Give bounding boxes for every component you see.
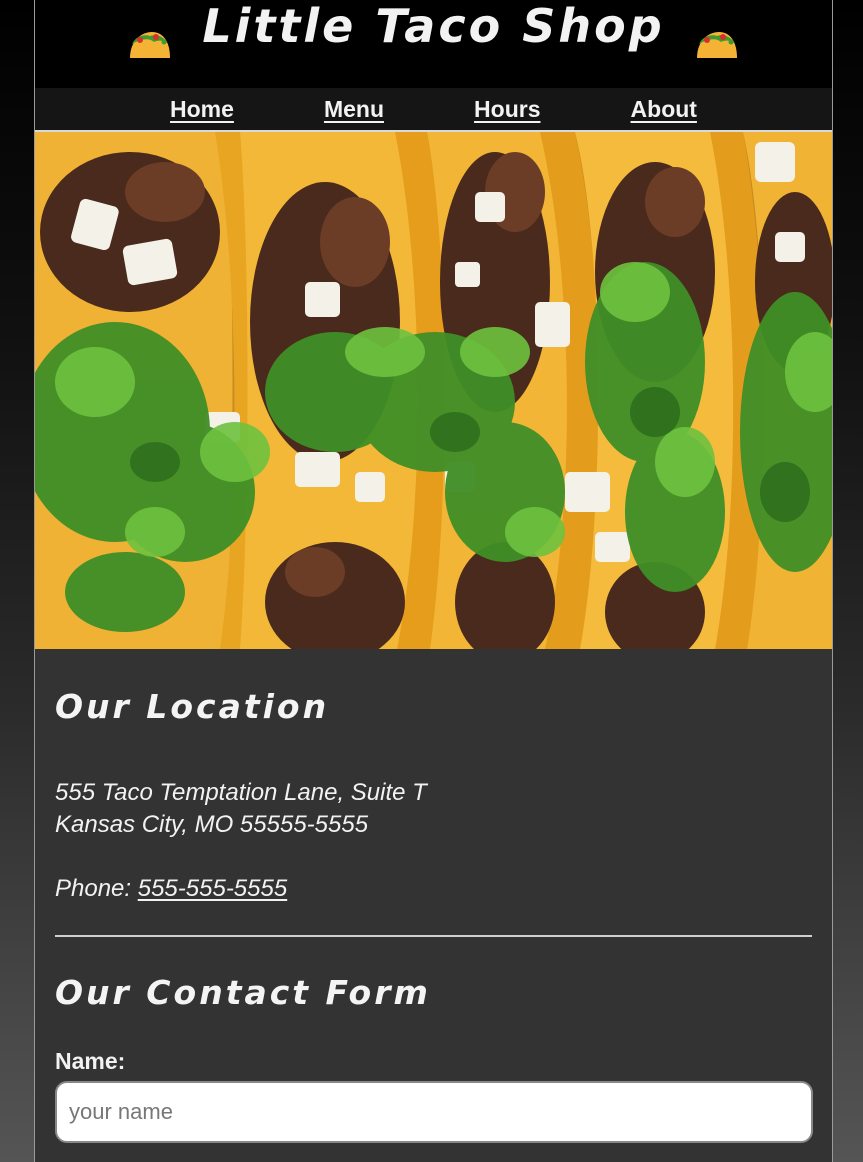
page-container: Little Taco Shop Home Menu Hours About O…	[34, 0, 833, 1162]
phone-label: Phone:	[55, 875, 138, 902]
main-content: Our Location 555 Taco Temptation Lane, S…	[35, 649, 832, 1143]
main-nav: Home Menu Hours About	[35, 88, 832, 132]
taco-icon	[696, 32, 737, 58]
name-label: Name:	[55, 1048, 126, 1074]
address: 555 Taco Temptation Lane, Suite T Kansas…	[55, 777, 812, 841]
contact-form-title: Our Contact Form	[55, 973, 431, 1012]
taco-icon	[130, 32, 171, 58]
name-input[interactable]	[55, 1081, 813, 1143]
site-title: Little Taco Shop	[202, 0, 665, 53]
address-line-1: 555 Taco Temptation Lane, Suite T	[55, 779, 427, 806]
nav-link-menu[interactable]: Menu	[324, 96, 384, 123]
nav-link-about[interactable]: About	[631, 96, 697, 123]
tacos-photo	[35, 132, 832, 649]
site-header: Little Taco Shop	[35, 0, 832, 88]
address-line-2: Kansas City, MO 55555-5555	[55, 811, 369, 838]
nav-link-home[interactable]: Home	[170, 96, 234, 123]
location-title: Our Location	[55, 687, 330, 726]
phone-link[interactable]: 555-555-5555	[138, 875, 287, 902]
nav-link-hours[interactable]: Hours	[474, 96, 540, 123]
phone: Phone: 555-555-5555	[55, 873, 812, 905]
hero-image	[35, 132, 832, 649]
section-divider	[55, 935, 812, 937]
